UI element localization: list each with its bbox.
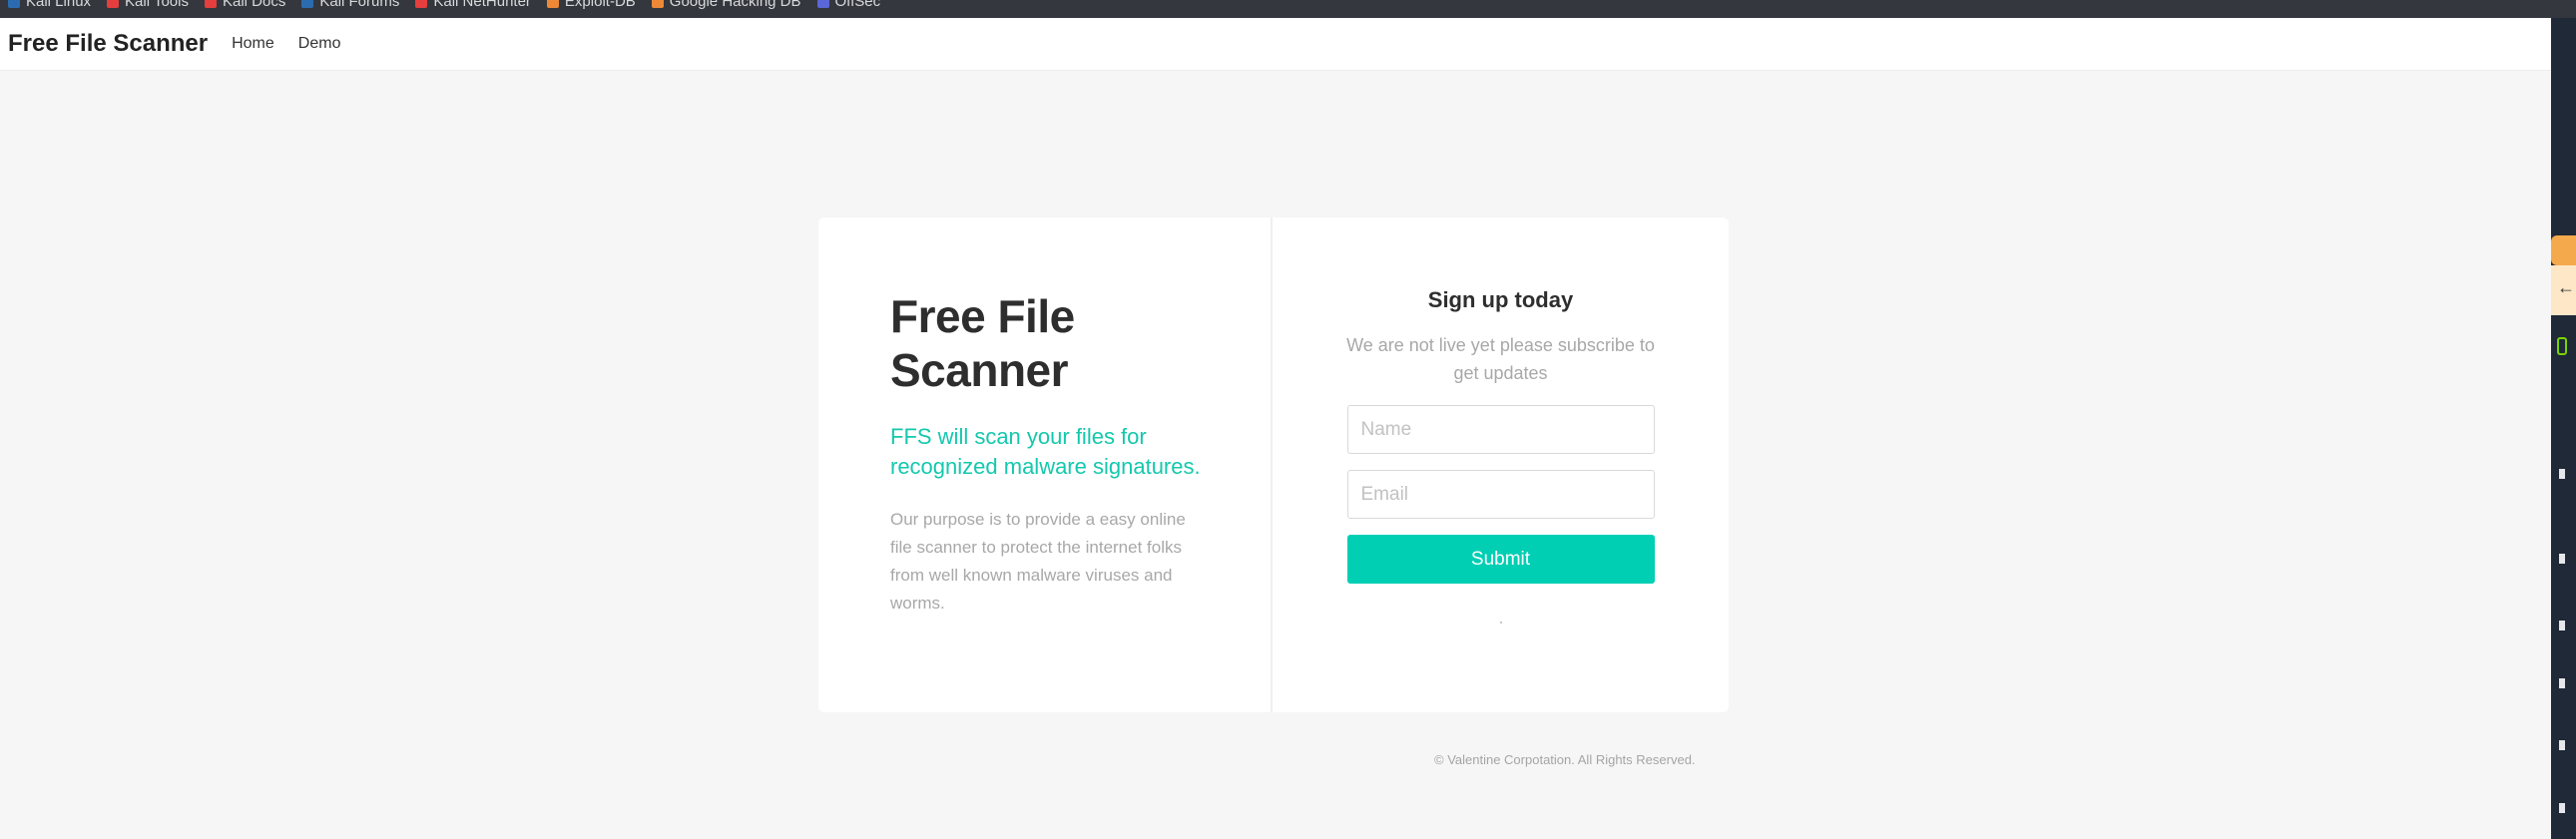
navbar-brand[interactable]: Free File Scanner xyxy=(8,30,208,58)
sidebar-top-strip xyxy=(2551,0,2576,18)
status-dot xyxy=(1499,622,1502,624)
bookmark-label: Kali Docs xyxy=(222,0,286,10)
bookmark-google-hacking-db[interactable]: Google Hacking DB xyxy=(651,0,801,10)
hero-panel: Free File Scanner FFS will scan your fil… xyxy=(818,217,1273,712)
sidebar-glyph-icon xyxy=(2559,469,2565,479)
kali-tools-icon xyxy=(107,0,120,8)
sidebar-tab-icon[interactable] xyxy=(2551,235,2576,265)
bookmark-label: OffSec xyxy=(834,0,881,10)
site-navbar: Free File Scanner Home Demo xyxy=(0,18,2551,71)
kali-forums-icon xyxy=(301,0,314,8)
signup-card: Free File Scanner FFS will scan your fil… xyxy=(818,217,1729,712)
sidebar-glyph-icon xyxy=(2559,803,2565,813)
sidebar-status-icon xyxy=(2557,337,2567,355)
bookmark-kali-docs[interactable]: Kali Docs xyxy=(204,0,286,10)
bookmark-label: Kali Forums xyxy=(319,0,400,10)
extension-sidebar: ← xyxy=(2551,0,2576,839)
bookmark-label: Kali NetHunter xyxy=(433,0,531,10)
bookmarks-toolbar: Kali Linux Kali Tools Kali Docs Kali For… xyxy=(0,0,2551,18)
bookmark-offsec[interactable]: OffSec xyxy=(816,0,881,10)
nav-link-home[interactable]: Home xyxy=(232,35,274,53)
nav-link-demo[interactable]: Demo xyxy=(298,35,341,53)
submit-button[interactable]: Submit xyxy=(1346,535,1655,584)
sidebar-glyph-icon xyxy=(2559,678,2565,688)
bookmark-kali-tools[interactable]: Kali Tools xyxy=(107,0,189,10)
signup-panel: Sign up today We are not live yet please… xyxy=(1273,217,1729,712)
sidebar-glyph-icon xyxy=(2559,554,2565,564)
sidebar-back-button[interactable]: ← xyxy=(2551,265,2576,315)
bookmark-kali-linux[interactable]: Kali Linux xyxy=(8,0,91,10)
nethunter-icon xyxy=(415,0,428,8)
hero-tagline: FFS will scan your files for recognized … xyxy=(890,424,1201,479)
hero-title: Free File Scanner xyxy=(890,290,1075,396)
exploit-db-icon xyxy=(546,0,559,8)
back-arrow-icon: ← xyxy=(2557,277,2575,297)
sidebar-glyph-icon xyxy=(2559,621,2565,630)
kali-icon xyxy=(8,0,20,8)
email-input[interactable] xyxy=(1346,470,1655,519)
bookmark-label: Google Hacking DB xyxy=(669,0,801,10)
footer-copyright: © Valentine Corpotation. All Rights Rese… xyxy=(1434,752,1696,767)
signup-title: Sign up today xyxy=(1427,287,1574,312)
kali-docs-icon xyxy=(204,0,217,8)
hero-description: Our purpose is to provide a easy online … xyxy=(890,510,1186,613)
bookmark-kali-forums[interactable]: Kali Forums xyxy=(301,0,399,10)
bookmark-label: Exploit-DB xyxy=(564,0,636,10)
bookmark-exploit-db[interactable]: Exploit-DB xyxy=(546,0,636,10)
bookmark-label: Kali Linux xyxy=(26,0,92,10)
signup-subtitle: We are not live yet please subscribe to … xyxy=(1346,335,1655,383)
bookmark-label: Kali Tools xyxy=(125,0,189,10)
name-input[interactable] xyxy=(1346,405,1655,454)
bookmark-kali-nethunter[interactable]: Kali NetHunter xyxy=(415,0,531,10)
sidebar-glyph-icon xyxy=(2559,740,2565,750)
offsec-icon xyxy=(816,0,829,8)
ghdb-icon xyxy=(651,0,664,8)
